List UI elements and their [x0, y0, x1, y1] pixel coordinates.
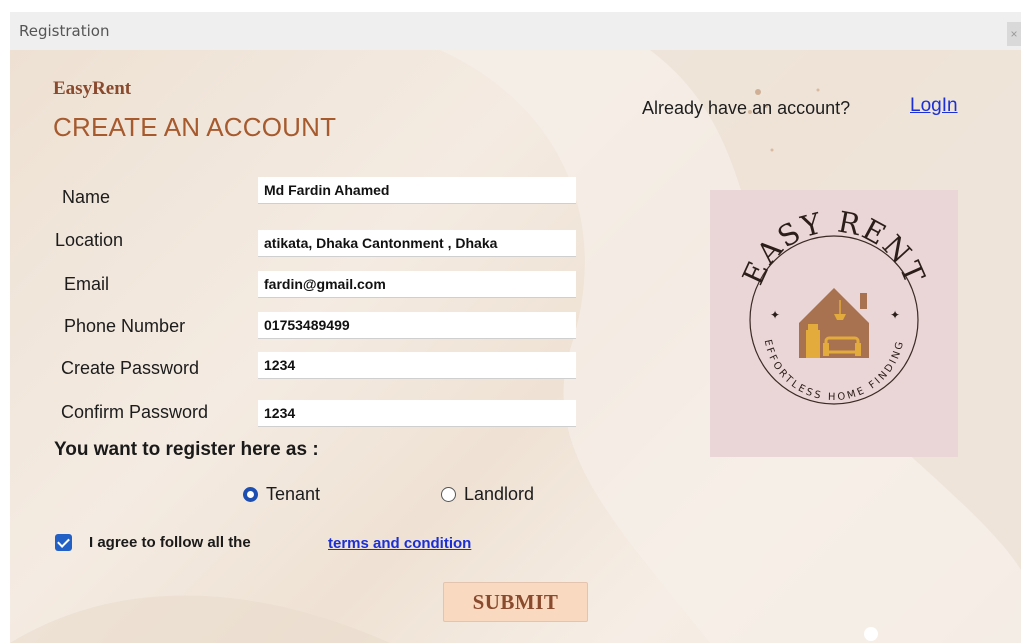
logo-top-text: EASY RENT	[736, 205, 933, 290]
form-panel: EasyRent CREATE AN ACCOUNT Already have …	[10, 50, 1021, 643]
plant-icon	[808, 324, 818, 330]
window-title: Registration	[19, 22, 110, 40]
sparkle-right-icon: ✦	[890, 308, 900, 322]
radio-landlord-indicator[interactable]	[441, 487, 456, 502]
chimney-icon	[860, 293, 867, 309]
agree-row: I agree to follow all the	[55, 534, 251, 551]
easy-rent-logo: EASY RENT EFFORTLESS HOME FINDING ✦ ✦	[710, 190, 958, 457]
logo-graphic: EASY RENT EFFORTLESS HOME FINDING ✦ ✦	[736, 205, 933, 405]
phone-field[interactable]: 01753489499	[258, 312, 576, 339]
cabinet-icon	[806, 330, 820, 358]
radio-tenant[interactable]: Tenant	[243, 484, 320, 505]
confirm-password-label: Confirm Password	[61, 402, 209, 422]
radio-tenant-indicator[interactable]	[243, 487, 258, 502]
agree-checkbox[interactable]	[55, 534, 72, 551]
radio-landlord-label: Landlord	[464, 484, 535, 504]
terms-link[interactable]: terms and condition	[328, 535, 471, 552]
sparkle-left-icon: ✦	[770, 308, 780, 322]
title-bar: Registration ×	[10, 12, 1021, 50]
email-label: Email	[64, 274, 110, 294]
agree-text: I agree to follow all the	[89, 534, 251, 551]
registration-window: Registration × EasyRent CREATE AN ACCOUN…	[10, 12, 1021, 643]
email-field[interactable]: fardin@gmail.com	[258, 271, 576, 298]
submit-button[interactable]: SUBMIT	[443, 582, 588, 622]
create-password-label: Create Password	[61, 358, 200, 378]
register-as-label: You want to register here as :	[54, 439, 319, 460]
sofa-arm-left	[823, 343, 829, 356]
phone-label: Phone Number	[64, 316, 186, 336]
page-title: CREATE AN ACCOUNT	[53, 112, 337, 142]
top-strip	[0, 0, 1021, 12]
radio-tenant-label: Tenant	[266, 484, 321, 504]
already-account-text: Already have an account?	[642, 98, 851, 118]
location-field[interactable]: atikata, Dhaka Cantonment , Dhaka	[258, 230, 576, 257]
name-label: Name	[62, 187, 111, 207]
sofa-arm-right	[855, 343, 861, 356]
radio-landlord[interactable]: Landlord	[441, 484, 534, 505]
confirm-password-field[interactable]: 1234	[258, 400, 576, 427]
create-password-field[interactable]: 1234	[258, 352, 576, 379]
brand-name: EasyRent	[53, 78, 132, 99]
name-field[interactable]: Md Fardin Ahamed	[258, 177, 576, 204]
carousel-indicator[interactable]	[864, 627, 878, 641]
login-link[interactable]: LogIn	[910, 95, 958, 117]
close-icon[interactable]: ×	[1007, 22, 1021, 46]
location-label: Location	[55, 230, 124, 250]
